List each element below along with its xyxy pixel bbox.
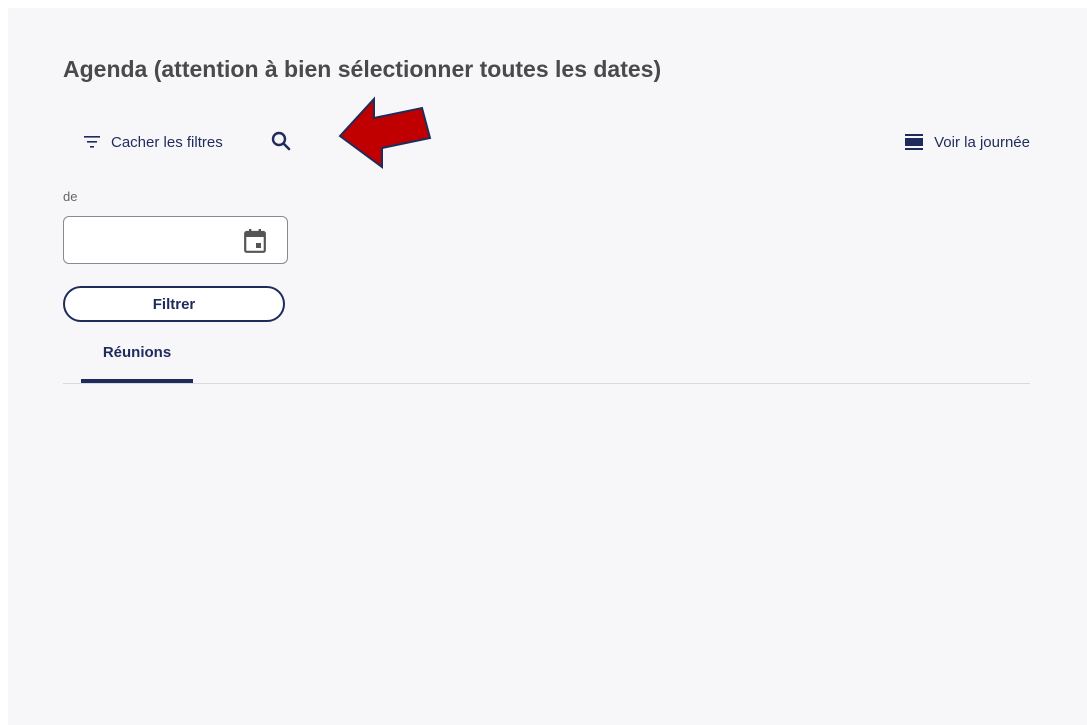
annotation-arrow-icon	[338, 96, 432, 169]
tab-bar: Réunions	[63, 338, 1030, 384]
calendar-icon[interactable]	[244, 229, 266, 253]
view-day-icon	[905, 134, 924, 150]
date-from-field[interactable]	[63, 216, 288, 264]
filter-list-icon	[84, 136, 100, 148]
view-day-button[interactable]: Voir la journée	[905, 131, 1030, 153]
agenda-page: Agenda (attention à bien sélectionner to…	[8, 8, 1087, 725]
view-day-label: Voir la journée	[934, 133, 1030, 151]
filter-submit-button[interactable]: Filtrer	[63, 286, 285, 322]
hide-filters-label: Cacher les filtres	[111, 133, 223, 151]
date-from-input[interactable]	[74, 225, 238, 257]
hide-filters-button[interactable]: Cacher les filtres	[84, 131, 223, 153]
tab-reunions[interactable]: Réunions	[81, 338, 193, 383]
date-from-label: de	[63, 189, 78, 204]
page-title: Agenda (attention à bien sélectionner to…	[63, 56, 662, 82]
search-icon[interactable]	[270, 130, 292, 152]
